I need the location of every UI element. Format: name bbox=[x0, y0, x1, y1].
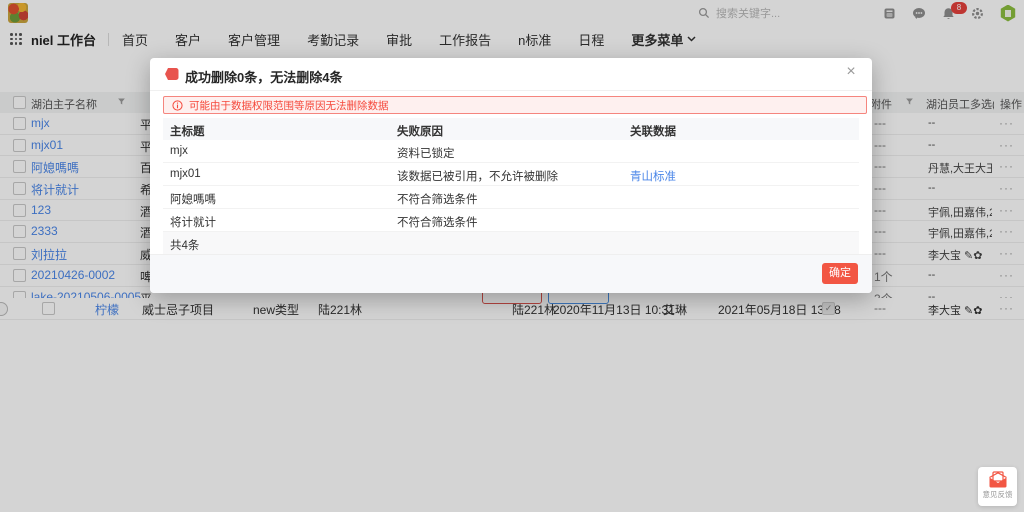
info-circle-icon bbox=[172, 100, 183, 111]
close-icon[interactable]: × bbox=[842, 63, 860, 81]
feedback-label: 意见反馈 bbox=[978, 489, 1017, 500]
modal-header: 成功删除0条，无法删除4条 × bbox=[150, 58, 872, 91]
related-data-link[interactable]: 青山标准 bbox=[630, 168, 676, 184]
failure-table-body: mjx 资料已锁定 mjx01 该数据已被引用，不允许被删除 青山标准 阿媳嗎嗎… bbox=[163, 140, 859, 232]
failure-row: 将计就计 不符合筛选条件 bbox=[163, 209, 859, 232]
feedback-envelope-icon bbox=[978, 467, 1017, 488]
col-main-title: 主标题 bbox=[170, 123, 205, 139]
app-window: 搜索关键字... 8 niel 工作台 首页客户客户管理考勤记录审批工作报告n标… bbox=[0, 0, 1024, 512]
failure-row: 阿媳嗎嗎 不符合筛选条件 bbox=[163, 186, 859, 209]
failure-reason: 该数据已被引用，不允许被删除 bbox=[397, 168, 558, 184]
failure-row: mjx01 该数据已被引用，不允许被删除 青山标准 bbox=[163, 163, 859, 186]
failure-reason: 不符合筛选条件 bbox=[397, 191, 478, 207]
failure-table-header: 主标题 失败原因 关联数据 bbox=[163, 118, 859, 140]
delete-result-icon bbox=[164, 67, 179, 81]
summary-row: 共4条 bbox=[163, 232, 859, 254]
failure-table: 主标题 失败原因 关联数据 mjx 资料已锁定 mjx01 该数据已被引用，不允… bbox=[163, 118, 859, 254]
confirm-button[interactable]: 确定 bbox=[822, 263, 858, 284]
failure-title: 阿媳嗎嗎 bbox=[170, 191, 216, 207]
failure-reason: 不符合筛选条件 bbox=[397, 214, 478, 230]
modal-footer: 确定 bbox=[150, 254, 872, 293]
failure-title: mjx01 bbox=[170, 168, 201, 180]
col-related-data: 关联数据 bbox=[630, 123, 676, 139]
permission-alert: 可能由于数据权限范围等原因无法删除数据 bbox=[163, 96, 867, 114]
failure-row: mjx 资料已锁定 bbox=[163, 140, 859, 163]
failure-title: 将计就计 bbox=[170, 214, 216, 230]
alert-text: 可能由于数据权限范围等原因无法删除数据 bbox=[189, 98, 389, 113]
total-count: 共4条 bbox=[170, 237, 199, 253]
feedback-widget[interactable]: 意见反馈 bbox=[978, 467, 1017, 506]
failure-reason: 资料已锁定 bbox=[397, 145, 455, 161]
failure-title: mjx bbox=[170, 145, 188, 157]
modal-title: 成功删除0条，无法删除4条 bbox=[185, 67, 342, 86]
col-fail-reason: 失败原因 bbox=[397, 123, 443, 139]
delete-result-modal: 成功删除0条，无法删除4条 × 可能由于数据权限范围等原因无法删除数据 主标题 … bbox=[150, 58, 872, 293]
